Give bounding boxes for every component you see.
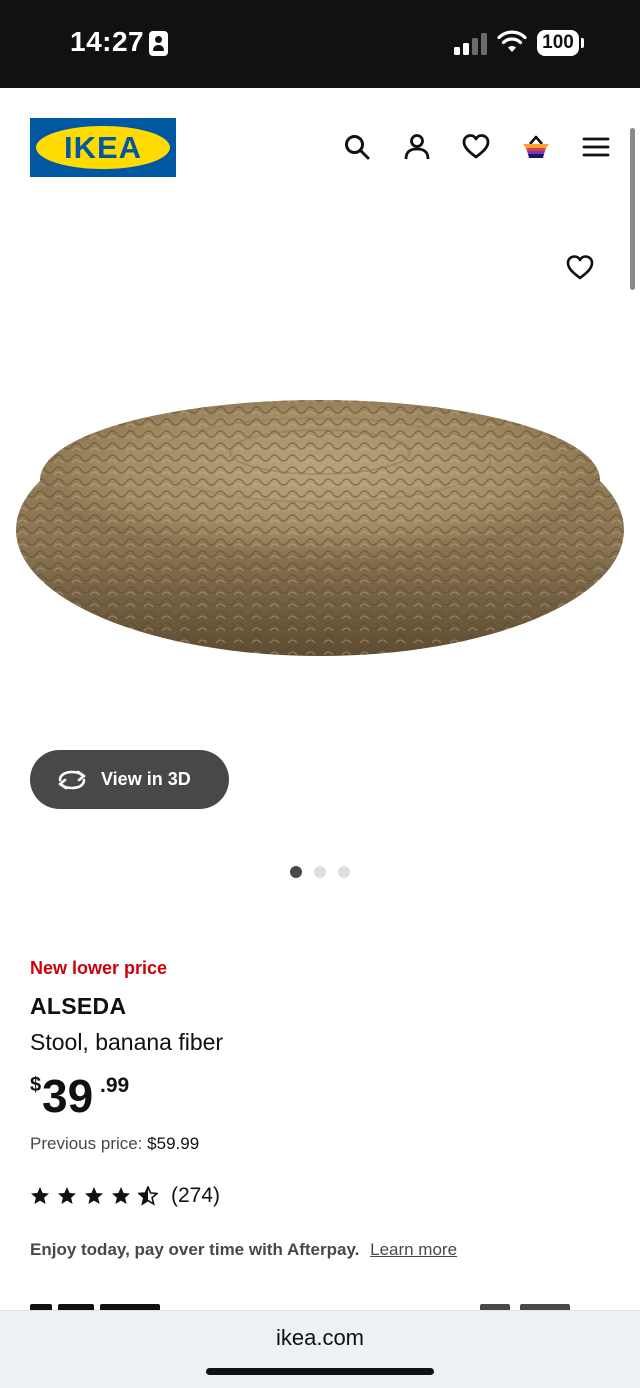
browser-url-bar[interactable]: ikea.com [0,1310,640,1388]
cart-icon[interactable] [521,133,551,161]
battery-level: 100 [537,30,579,56]
url-text[interactable]: ikea.com [0,1325,640,1351]
add-to-favorites-icon[interactable] [566,254,594,282]
previous-price-label: Previous price: [30,1134,143,1153]
view-in-3d-button[interactable]: View in 3D [30,750,229,809]
star-full-icon [58,1187,76,1204]
view-in-3d-label: View in 3D [101,769,191,789]
gallery-dot[interactable] [314,866,326,878]
star-full-icon [85,1187,103,1204]
menu-icon[interactable] [582,133,610,161]
site-header: IKEA [0,88,640,208]
gallery-dot-active[interactable] [290,866,302,878]
battery-icon [581,38,584,48]
contact-card-icon [149,31,168,56]
heart-icon[interactable] [462,133,490,161]
page-scrollbar[interactable] [630,128,635,290]
star-full-icon [31,1187,49,1204]
gallery-dot[interactable] [338,866,350,878]
previous-price-value: $59.99 [147,1134,200,1153]
previous-price: Previous price: $59.99 [30,1134,199,1154]
afterpay-learn-more-link[interactable]: Learn more [370,1240,457,1259]
star-half-icon [138,1186,158,1206]
home-indicator[interactable] [206,1368,434,1375]
rating-count: (274) [171,1184,221,1207]
account-icon[interactable] [403,133,431,161]
rotate-3d-icon [58,770,86,790]
price-integer: 39 [42,1070,94,1122]
status-bar: 14:27 100 [0,0,640,88]
product-name: ALSEDA [30,993,127,1019]
afterpay-text: Enjoy today, pay over time with Afterpay… [30,1240,360,1259]
status-time: 14:27 [70,26,145,57]
ikea-logo[interactable]: IKEA [30,118,176,177]
search-icon[interactable] [343,133,371,161]
product-image[interactable] [0,380,640,680]
product-description: Stool, banana fiber [30,1029,224,1055]
wifi-icon [497,30,527,52]
cellular-signal-icon [454,31,488,55]
price-currency: $ [30,1074,42,1096]
logo-text: IKEA [63,130,143,165]
afterpay-info: Enjoy today, pay over time with Afterpay… [30,1240,457,1260]
page: 14:27 100 IKEA View in 3D New lower pric… [0,0,640,1388]
promo-label: New lower price [30,958,168,978]
star-full-icon [112,1187,130,1204]
price-decimal: .99 [100,1074,130,1097]
